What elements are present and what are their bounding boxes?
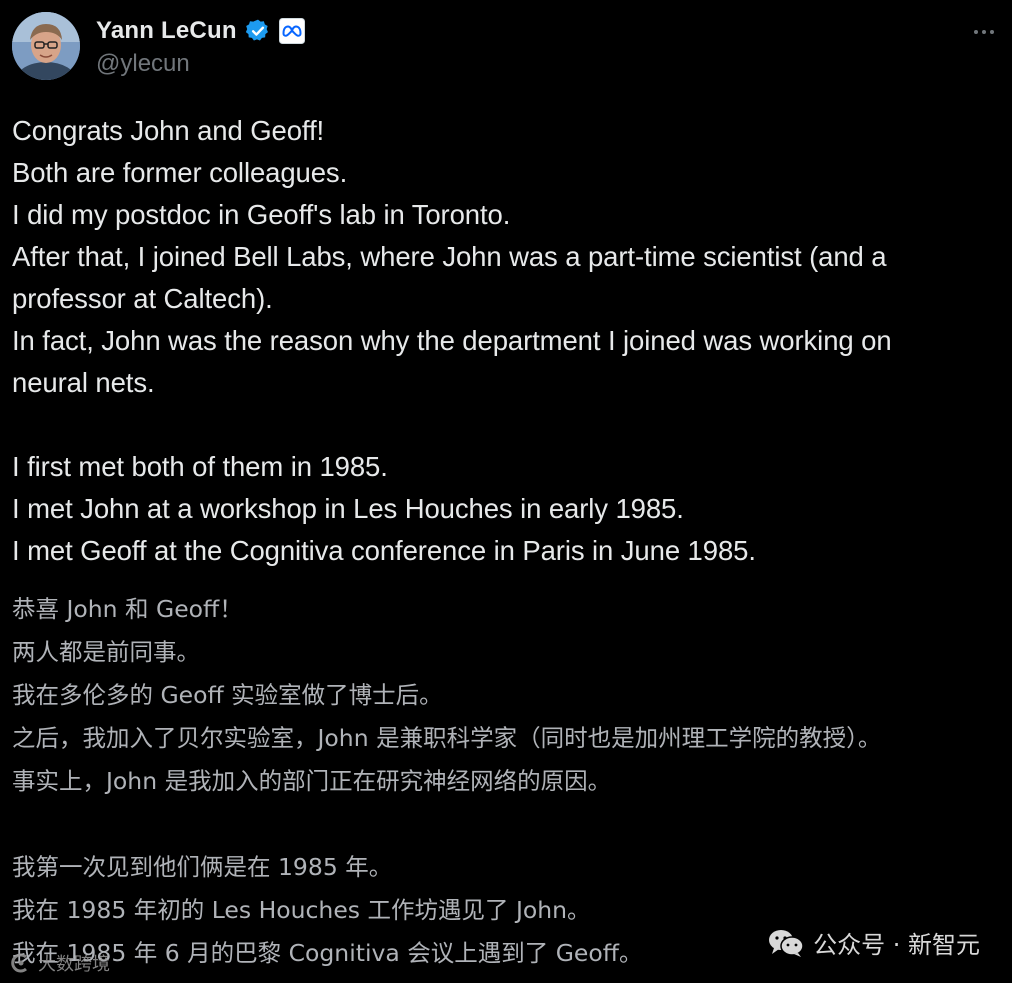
tweet-line: Both are former colleagues. bbox=[12, 157, 348, 188]
more-options-button[interactable] bbox=[966, 18, 1002, 46]
tweet-line: After that, I joined Bell Labs, where Jo… bbox=[12, 241, 887, 272]
meta-logo-icon[interactable] bbox=[278, 18, 305, 44]
tweet-line: I first met both of them in 1985. bbox=[12, 451, 388, 482]
tweet-line: neural nets. bbox=[12, 367, 155, 398]
tweet-line: I met Geoff at the Cognitiva conference … bbox=[12, 535, 756, 566]
wechat-watermark: 公众号 · 新智元 bbox=[767, 925, 980, 960]
tweet-header: Yann LeCun @ylecun bbox=[12, 12, 1002, 84]
display-name[interactable]: Yann LeCun bbox=[96, 17, 237, 45]
verified-badge-icon bbox=[245, 18, 271, 44]
tweet-line: I did my postdoc in Geoff's lab in Toron… bbox=[12, 199, 511, 230]
brand-mark-icon bbox=[10, 952, 32, 974]
translation-line: 恭喜 John 和 Geoff！ bbox=[12, 595, 243, 623]
tweet-text: Congrats John and Geoff! Both are former… bbox=[12, 110, 1007, 572]
translation-line: 之后，我加入了贝尔实验室，John 是兼职科学家（同时也是加州理工学院的教授）。 bbox=[12, 724, 882, 752]
more-horizontal-icon bbox=[974, 30, 978, 34]
wechat-icon bbox=[767, 928, 805, 958]
wechat-account-label: 公众号 · 新智元 bbox=[813, 931, 980, 959]
translation-line: 事实上，John 是我加入的部门正在研究神经网络的原因。 bbox=[12, 767, 612, 795]
user-handle[interactable]: @ylecun bbox=[96, 50, 190, 78]
brand-watermark: 大数跨境 bbox=[10, 950, 110, 976]
brand-label: 大数跨境 bbox=[38, 954, 110, 975]
name-row: Yann LeCun bbox=[96, 14, 305, 48]
tweet-line: I met John at a workshop in Les Houches … bbox=[12, 493, 684, 524]
paragraph-break bbox=[12, 803, 1007, 846]
translation-line: 我在多伦多的 Geoff 实验室做了博士后。 bbox=[12, 681, 443, 709]
tweet-line: professor at Caltech). bbox=[12, 283, 273, 314]
chinese-translation: 恭喜 John 和 Geoff！ 两人都是前同事。 我在多伦多的 Geoff 实… bbox=[12, 588, 1007, 975]
avatar[interactable] bbox=[12, 12, 80, 80]
tweet-line: In fact, John was the reason why the dep… bbox=[12, 325, 892, 356]
tweet-line: Congrats John and Geoff! bbox=[12, 115, 325, 146]
translation-line: 两人都是前同事。 bbox=[12, 638, 200, 666]
paragraph-break bbox=[12, 404, 1007, 446]
translation-line: 我第一次见到他们俩是在 1985 年。 bbox=[12, 853, 393, 881]
